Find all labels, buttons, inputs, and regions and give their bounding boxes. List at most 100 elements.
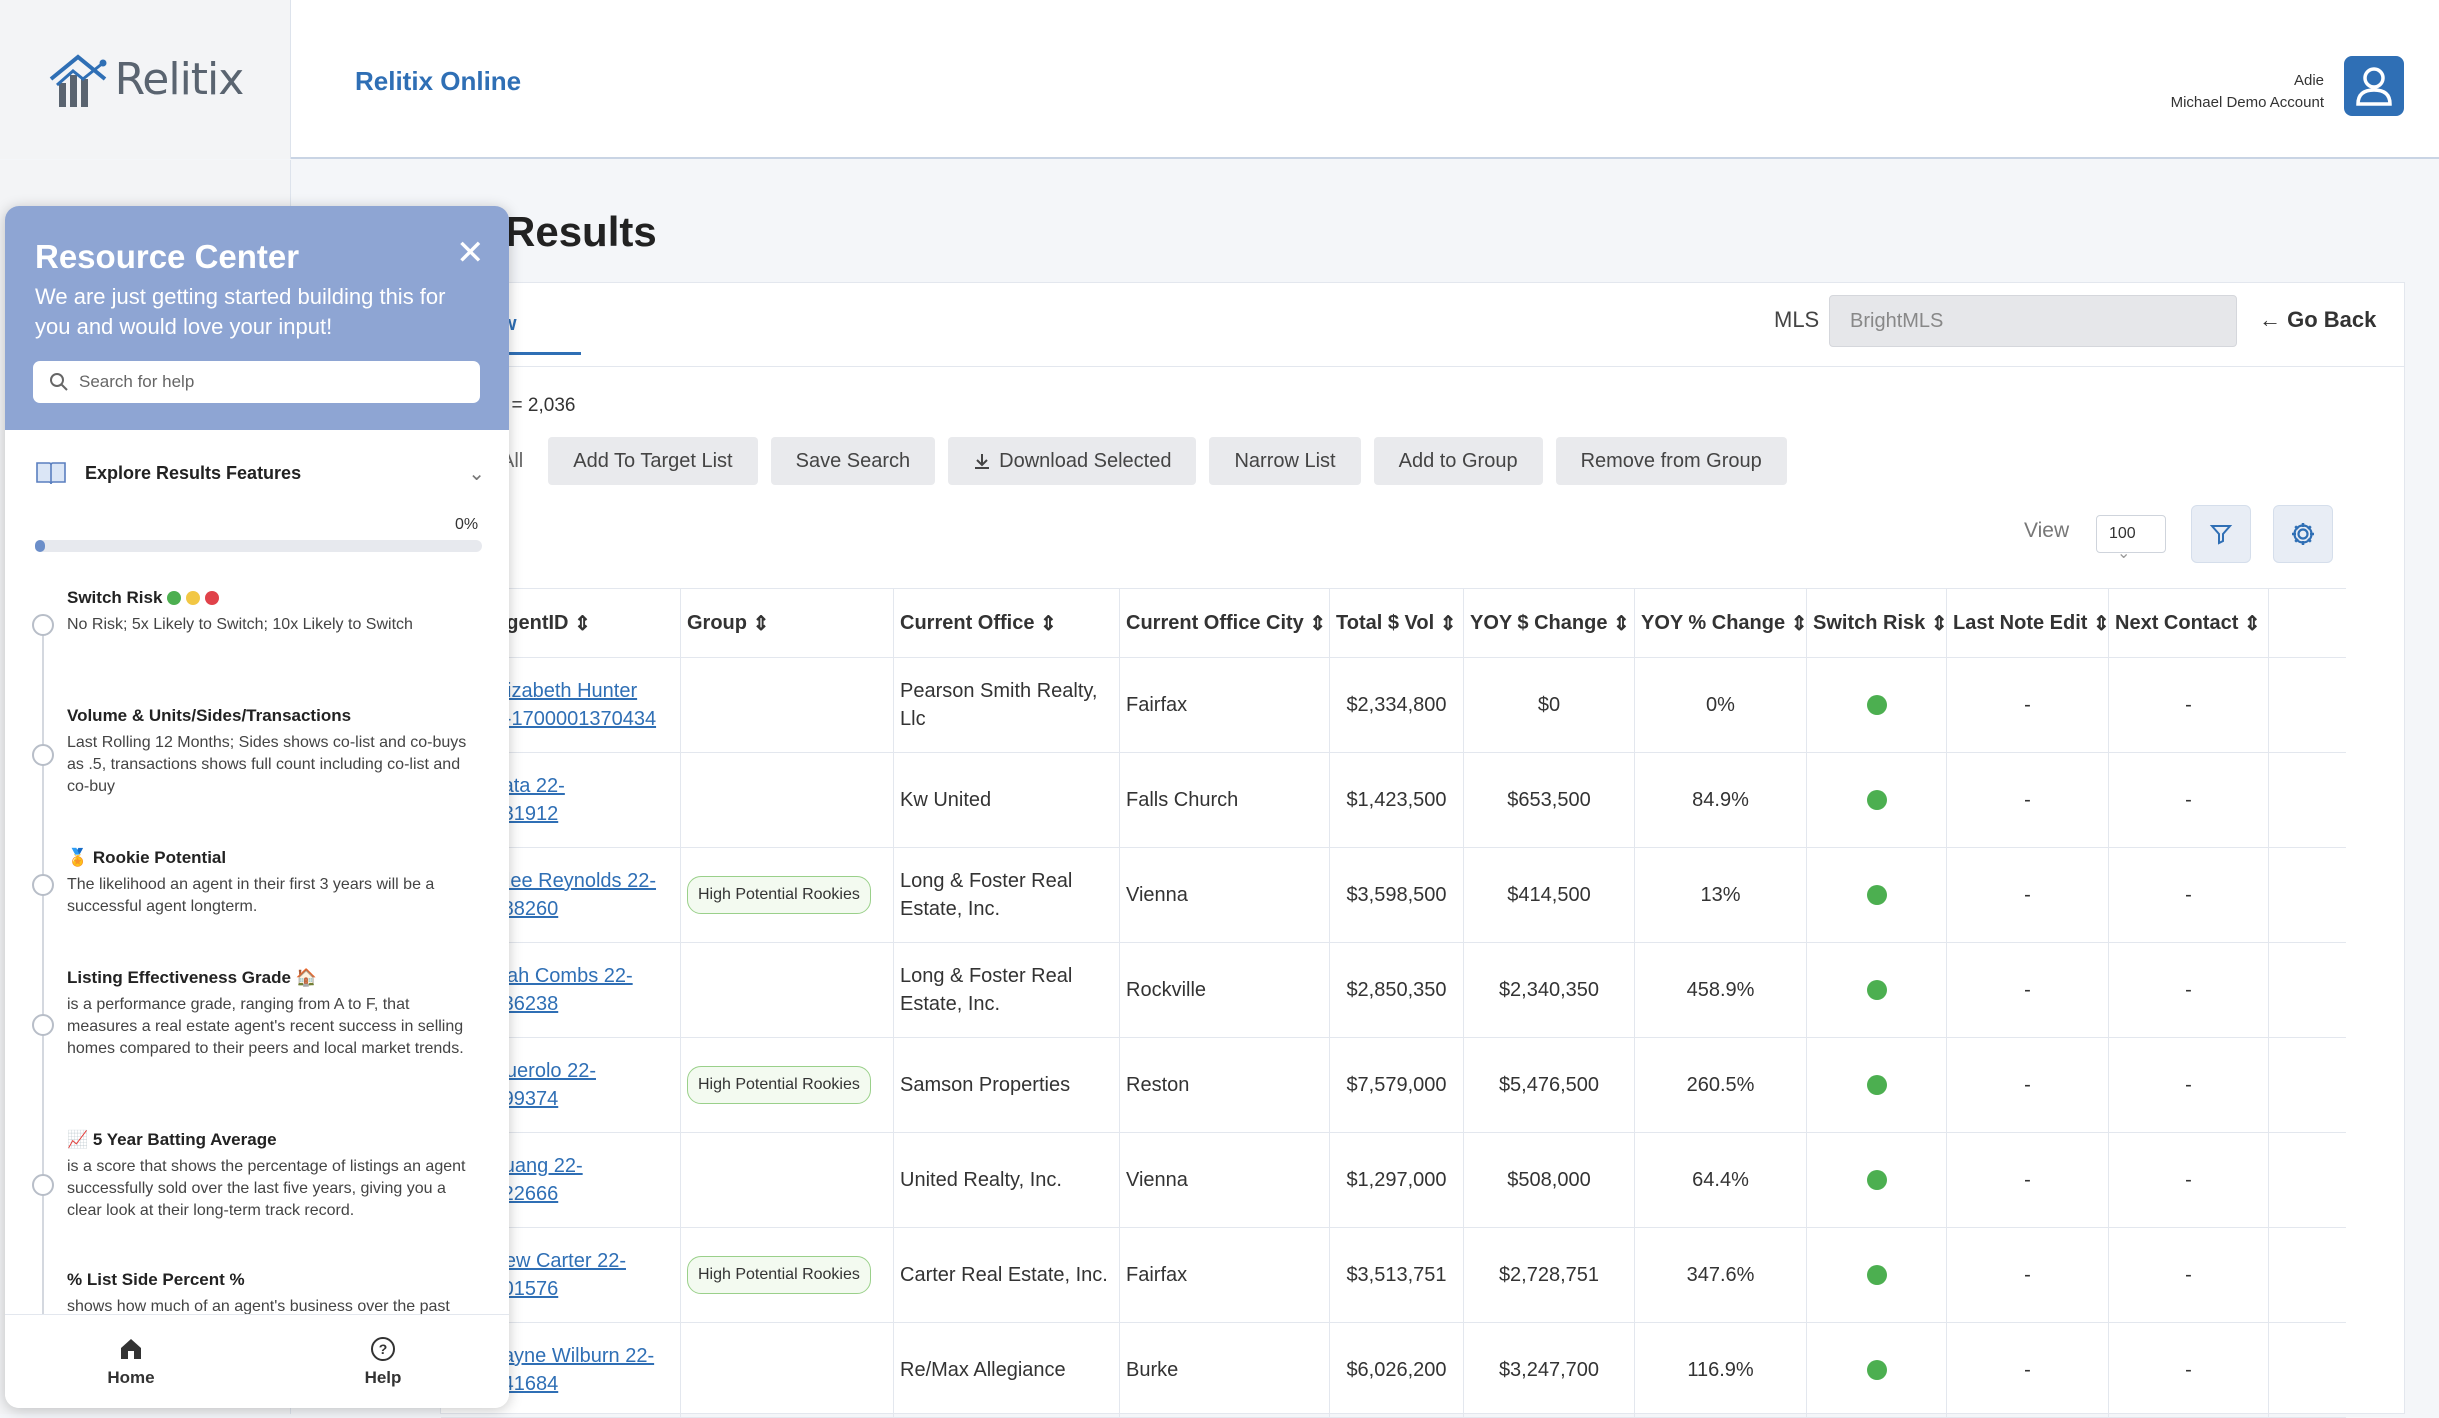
yoy-dollar-cell-text: $3,247,700 bbox=[1498, 1359, 1600, 1381]
col-next-contact[interactable]: Next Contact ⇕ bbox=[2109, 589, 2269, 657]
city-cell: Vienna bbox=[1120, 848, 1330, 942]
next-contact-cell: - bbox=[2109, 1038, 2269, 1132]
group-cell bbox=[681, 753, 894, 847]
office-cell-text: Long & Foster Real Estate, Inc. bbox=[900, 965, 1073, 1015]
yoy-percent-cell: 458.9% bbox=[1635, 943, 1807, 1037]
total-vol-cell-text: $1,297,000 bbox=[1346, 1169, 1447, 1191]
table-row: othy Querolo 22- 0002699374High Potentia… bbox=[441, 1038, 2346, 1133]
col-total-vol[interactable]: Total $ Vol ⇕ bbox=[1330, 589, 1464, 657]
last-note-cell-text: - bbox=[2024, 1264, 2031, 1286]
feature-list-side-percent[interactable]: % List Side Percent % shows how much of … bbox=[67, 1268, 467, 1318]
next-contact-cell: - bbox=[2109, 1228, 2269, 1322]
total-vol-cell: $6,026,200 bbox=[1330, 1323, 1464, 1417]
group-badge: High Potential Rookies bbox=[687, 1256, 871, 1294]
step-circle[interactable] bbox=[32, 874, 54, 896]
col-group[interactable]: Group ⇕ bbox=[681, 589, 894, 657]
sort-icon: ⇕ bbox=[1613, 612, 1630, 635]
settings-button[interactable] bbox=[2273, 505, 2333, 563]
yellow-dot-icon bbox=[185, 591, 200, 605]
col-city[interactable]: Current Office City ⇕ bbox=[1120, 589, 1330, 657]
yoy-percent-cell-text: 13% bbox=[1700, 884, 1741, 906]
step-circle[interactable] bbox=[32, 1014, 54, 1036]
red-dot-icon bbox=[204, 591, 219, 605]
close-icon[interactable]: ✕ bbox=[456, 236, 485, 270]
sort-icon: ⇕ bbox=[1790, 612, 1808, 635]
user-info: Adie Michael Demo Account bbox=[2171, 70, 2324, 114]
download-selected-button[interactable]: Download Selected bbox=[948, 437, 1197, 485]
risk-dot-icon bbox=[1866, 695, 1887, 715]
download-label: Download Selected bbox=[999, 449, 1172, 472]
feature-rookie-potential[interactable]: 🏅 Rookie Potential The likelihood an age… bbox=[67, 846, 467, 918]
total-vol-cell: $1,423,500 bbox=[1330, 753, 1464, 847]
mls-field[interactable]: BrightMLS bbox=[1829, 295, 2237, 347]
next-contact-cell: - bbox=[2109, 848, 2269, 942]
tab-bar: w MLS BrightMLS ← Go Back bbox=[441, 283, 2404, 367]
yoy-dollar-cell: $414,500 bbox=[1464, 848, 1635, 942]
home-label: Home bbox=[107, 1367, 155, 1387]
yoy-dollar-cell-text: $0 bbox=[1537, 694, 1561, 716]
yoy-percent-cell-text: 260.5% bbox=[1686, 1074, 1755, 1096]
next-contact-cell-text: - bbox=[2185, 979, 2192, 1001]
narrow-list-button[interactable]: Narrow List bbox=[1209, 437, 1361, 485]
next-contact-cell: - bbox=[2109, 1323, 2269, 1417]
remove-from-group-button[interactable]: Remove from Group bbox=[1555, 437, 1787, 485]
add-to-group-button[interactable]: Add to Group bbox=[1373, 437, 1543, 485]
feature-listing-grade[interactable]: Listing Effectiveness Grade 🏠 is a perfo… bbox=[67, 966, 467, 1060]
step-circle[interactable] bbox=[32, 744, 54, 766]
help-search-input[interactable]: Search for help bbox=[33, 361, 480, 403]
city-cell-text: Falls Church bbox=[1126, 789, 1239, 811]
help-button[interactable]: ? Help bbox=[257, 1315, 509, 1408]
last-note-cell: - bbox=[1947, 658, 2109, 752]
col-yoy-percent[interactable]: YOY % Change ⇕ bbox=[1635, 589, 1807, 657]
office-cell-text: United Realty, Inc. bbox=[900, 1169, 1062, 1191]
logo[interactable]: Relitix bbox=[0, 0, 291, 159]
city-cell-text: Reston bbox=[1126, 1074, 1190, 1096]
group-cell bbox=[681, 1133, 894, 1227]
feature-volume[interactable]: Volume & Units/Sides/Transactions Last R… bbox=[67, 704, 467, 798]
filter-button[interactable] bbox=[2191, 505, 2251, 563]
next-contact-cell: - bbox=[2109, 943, 2269, 1037]
filter-icon bbox=[2209, 525, 2233, 545]
next-contact-cell: - bbox=[2109, 753, 2269, 847]
sort-icon: ⇕ bbox=[2243, 612, 2261, 635]
yoy-percent-cell-text: 347.6% bbox=[1686, 1264, 1755, 1286]
download-icon bbox=[975, 454, 990, 469]
switch-risk-cell bbox=[1807, 1038, 1947, 1132]
last-note-cell: - bbox=[1947, 1228, 2109, 1322]
view-count-select[interactable]: 100 ⌄ bbox=[2096, 515, 2166, 562]
last-note-cell-text: - bbox=[2024, 789, 2031, 811]
feature-switch-risk[interactable]: Switch Risk No Risk; 5x Likely to Switch… bbox=[67, 586, 467, 636]
table-row: al Murata 22- 0001831912Kw UnitedFalls C… bbox=[441, 753, 2346, 848]
col-yoy-dollar[interactable]: YOY $ Change ⇕ bbox=[1464, 589, 1635, 657]
help-label: Help bbox=[364, 1367, 402, 1387]
yoy-percent-cell-text: 116.9% bbox=[1687, 1359, 1754, 1381]
mls-label: MLS bbox=[1774, 307, 1820, 332]
group-cell: High Potential Rookies bbox=[681, 1228, 894, 1322]
table-row: son Wayne Wilburn 22- 0004341684Re/Max A… bbox=[441, 1323, 2346, 1418]
explore-features-section[interactable]: Explore Results Features ⌄ bbox=[35, 460, 485, 486]
group-cell bbox=[681, 1323, 894, 1417]
col-last-note[interactable]: Last Note Edit ⇕ bbox=[1947, 589, 2110, 657]
city-cell-text: Burke bbox=[1126, 1359, 1179, 1381]
yoy-dollar-cell: $653,500 bbox=[1464, 753, 1635, 847]
next-contact-cell-text: - bbox=[2185, 1359, 2192, 1381]
add-to-target-list-button[interactable]: Add To Target List bbox=[548, 437, 758, 485]
office-cell-text: Samson Properties bbox=[900, 1074, 1071, 1096]
step-circle[interactable] bbox=[32, 1174, 54, 1196]
step-circle[interactable] bbox=[32, 614, 54, 636]
home-button[interactable]: Home bbox=[5, 1315, 257, 1408]
chart-icon: 📈 bbox=[67, 1130, 89, 1149]
col-switch-risk[interactable]: Switch Risk ⇕ bbox=[1807, 589, 1948, 657]
tab-overview[interactable]: w bbox=[501, 313, 581, 355]
total-vol-cell-text: $2,850,350 bbox=[1346, 979, 1447, 1001]
avatar[interactable] bbox=[2344, 56, 2404, 116]
resource-center-title: Resource Center bbox=[35, 238, 300, 275]
col-office[interactable]: Current Office ⇕ bbox=[894, 589, 1120, 657]
city-cell: Rockville bbox=[1120, 943, 1330, 1037]
go-back-button[interactable]: ← Go Back bbox=[2259, 307, 2376, 333]
feature-batting-average[interactable]: 📈 5 Year Batting Average is a score that… bbox=[67, 1128, 467, 1222]
yoy-dollar-cell-text: $5,476,500 bbox=[1498, 1074, 1600, 1096]
save-search-button[interactable]: Save Search bbox=[770, 437, 936, 485]
group-cell: High Potential Rookies bbox=[681, 848, 894, 942]
risk-dot-icon bbox=[1866, 1265, 1887, 1285]
